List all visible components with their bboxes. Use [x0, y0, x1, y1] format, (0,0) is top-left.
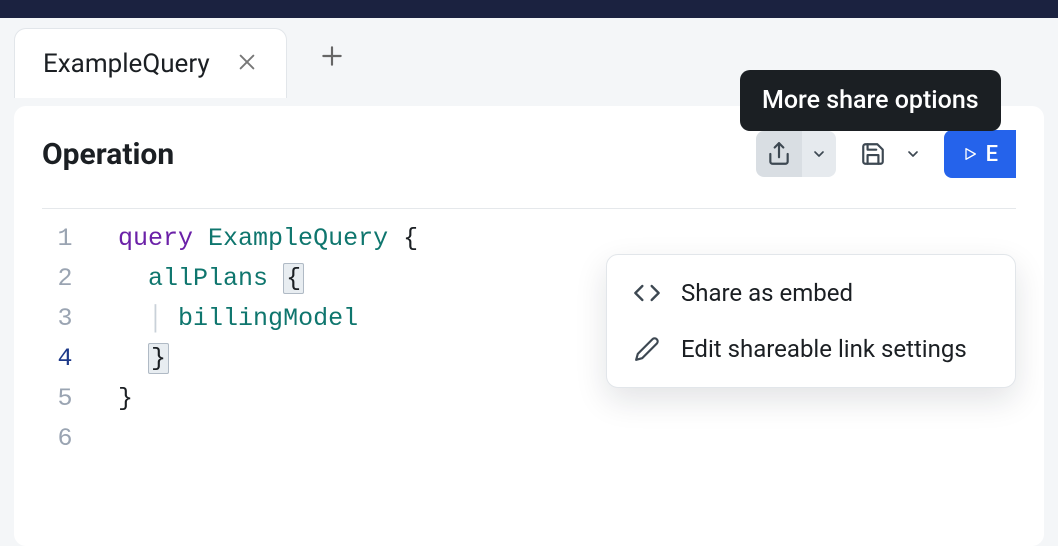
panel-header: Operation E [42, 130, 1016, 178]
line-number: 4 [42, 339, 88, 379]
code-line [88, 419, 418, 459]
line-number: 1 [42, 219, 88, 259]
code-icon [633, 279, 661, 307]
tab-title: ExampleQuery [43, 49, 210, 79]
chevron-down-icon [811, 146, 827, 162]
line-number: 6 [42, 419, 88, 459]
save-button-group [850, 131, 930, 177]
tab-example-query[interactable]: ExampleQuery [14, 28, 287, 98]
app-top-bar [0, 0, 1058, 18]
share-dropdown: Share as embed Edit shareable link setti… [606, 254, 1016, 388]
dropdown-item-label: Share as embed [681, 279, 853, 307]
new-tab-button[interactable] [311, 35, 353, 81]
tooltip-more-share: More share options [740, 70, 1001, 131]
chevron-down-icon [905, 146, 921, 162]
code-line: allPlans { [88, 259, 418, 299]
code-line: } [88, 339, 418, 379]
line-gutter: 1 2 3 4 5 6 [42, 219, 88, 459]
divider [42, 208, 1016, 209]
toolbar: E [756, 130, 1016, 178]
share-button-group [756, 131, 836, 177]
run-label: E [986, 142, 998, 167]
save-icon [860, 141, 886, 167]
panel-title: Operation [42, 137, 174, 172]
operation-panel: Operation E [14, 106, 1044, 546]
dropdown-item-label: Edit shareable link settings [681, 335, 967, 363]
line-number: 2 [42, 259, 88, 299]
save-caret-button[interactable] [896, 131, 930, 177]
share-as-embed-item[interactable]: Share as embed [607, 265, 1015, 321]
run-button[interactable]: E [944, 130, 1016, 178]
save-button[interactable] [850, 131, 896, 177]
share-icon [766, 141, 792, 167]
code-line: } [88, 379, 418, 419]
code-content[interactable]: query ExampleQuery { allPlans { │ billin… [88, 219, 418, 459]
close-icon[interactable] [236, 51, 258, 77]
share-caret-button[interactable] [802, 131, 836, 177]
play-icon [962, 146, 978, 162]
pencil-icon [633, 336, 661, 362]
share-button[interactable] [756, 131, 802, 177]
line-number: 5 [42, 379, 88, 419]
edit-link-settings-item[interactable]: Edit shareable link settings [607, 321, 1015, 377]
code-line: query ExampleQuery { [88, 219, 418, 259]
code-line: │ billingModel [88, 299, 418, 339]
line-number: 3 [42, 299, 88, 339]
